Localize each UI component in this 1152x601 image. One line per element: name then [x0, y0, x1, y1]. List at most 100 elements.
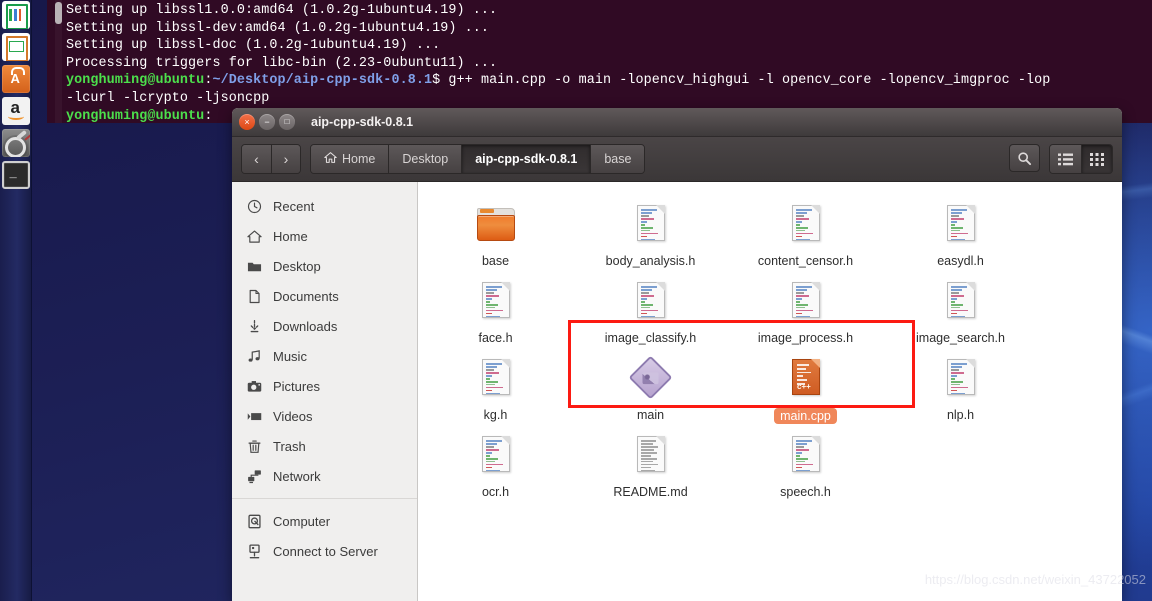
- forward-button[interactable]: ›: [271, 145, 300, 173]
- file-grid[interactable]: base body_analysis.h content_censor.h easyd…: [418, 182, 1122, 601]
- amazon-icon[interactable]: [1, 97, 30, 125]
- file-item[interactable]: body_analysis.h: [573, 200, 728, 277]
- file-item[interactable]: image_classify.h: [573, 277, 728, 354]
- terminal-line: Setting up libssl1.0.0:amd64 (1.0.2g-1ub…: [66, 2, 1152, 20]
- file-item[interactable]: face.h: [418, 277, 573, 354]
- terminal-window[interactable]: Setting up libssl1.0.0:amd64 (1.0.2g-1ub…: [47, 0, 1152, 123]
- window-titlebar[interactable]: × − □ aip-cpp-sdk-0.8.1: [232, 108, 1122, 137]
- sidebar-item-music[interactable]: Music: [232, 341, 417, 371]
- file-item[interactable]: speech.h: [728, 431, 883, 508]
- maximize-window-button[interactable]: □: [279, 114, 295, 130]
- sidebar-item-desktop[interactable]: Desktop: [232, 251, 417, 281]
- file-icon: [938, 281, 983, 328]
- window-toolbar[interactable]: ‹ › Home Desktop aip-cpp-sdk-0.8.1 base: [232, 137, 1122, 182]
- sidebar-item-documents[interactable]: Documents: [232, 281, 417, 311]
- file-item[interactable]: image_search.h: [883, 277, 1038, 354]
- sidebar-item-network[interactable]: Network: [232, 461, 417, 491]
- sidebar-item-videos[interactable]: Videos: [232, 401, 417, 431]
- file-manager-window[interactable]: × − □ aip-cpp-sdk-0.8.1 ‹ › Home Desktop a…: [232, 108, 1122, 601]
- source-document-icon: [792, 436, 820, 472]
- terminal-text-span: Processing triggers for libc-bin (2.23-0…: [66, 55, 498, 71]
- grid-glyph: [1090, 152, 1104, 166]
- file-label: image_process.h: [757, 331, 854, 345]
- source-document-icon: [482, 436, 510, 472]
- file-item[interactable]: ocr.h: [418, 431, 573, 508]
- file-icon: [783, 281, 828, 328]
- breadcrumb-label: base: [604, 152, 632, 166]
- file-item[interactable]: kg.h: [418, 354, 573, 431]
- places-sidebar[interactable]: Recent Home Desktop Documents Downloads Music…: [232, 182, 418, 601]
- maximize-icon: □: [284, 117, 290, 126]
- file-item[interactable]: nlp.h: [883, 354, 1038, 431]
- file-item[interactable]: c++ main.cpp: [728, 354, 883, 431]
- file-item[interactable]: main: [573, 354, 728, 431]
- search-icon[interactable]: [1009, 144, 1040, 172]
- close-icon: ×: [244, 116, 250, 127]
- sidebar-item-connect-to-server[interactable]: Connect to Server: [232, 536, 417, 566]
- sidebar-item-recent[interactable]: Recent: [232, 191, 417, 221]
- sidebar-item-label: Pictures: [273, 378, 320, 394]
- breadcrumb-item-aip-cpp-sdk-0-8-1[interactable]: aip-cpp-sdk-0.8.1: [461, 145, 591, 173]
- trash-icon: [246, 438, 262, 454]
- terminal-line: yonghuming@ubuntu:~/Desktop/aip-cpp-sdk-…: [66, 72, 1152, 90]
- toolbar-right-group[interactable]: [1009, 144, 1113, 174]
- source-document-icon: [947, 282, 975, 318]
- terminal-text-span: yonghuming@ubuntu: [66, 73, 205, 89]
- sidebar-item-label: Videos: [273, 408, 313, 424]
- terminal-icon[interactable]: [1, 161, 30, 189]
- source-document-icon: [947, 205, 975, 241]
- sidebar-item-downloads[interactable]: Downloads: [232, 311, 417, 341]
- list-view-icon[interactable]: [1050, 145, 1081, 173]
- file-label: body_analysis.h: [605, 254, 696, 268]
- libreoffice-calc-icon[interactable]: [1, 1, 30, 29]
- window-title: aip-cpp-sdk-0.8.1: [311, 115, 414, 129]
- sidebar-item-label: Computer: [273, 513, 331, 529]
- folder-icon: [477, 208, 515, 241]
- file-label: content_censor.h: [757, 254, 854, 268]
- sidebar-item-trash[interactable]: Trash: [232, 431, 417, 461]
- sidebar-item-label: Recent: [273, 198, 315, 214]
- folder-icon: [246, 258, 262, 274]
- file-icon: [473, 358, 518, 405]
- terminal-text-span: -lcurl -lcrypto -ljsoncpp: [66, 90, 270, 106]
- source-document-icon: [947, 359, 975, 395]
- ubuntu-software-center-icon[interactable]: [1, 65, 30, 93]
- sidebar-item-label: Music: [273, 348, 307, 364]
- executable-icon: [628, 355, 673, 400]
- sidebar-item-label: Connect to Server: [273, 543, 378, 559]
- terminal-line: -lcurl -lcrypto -ljsoncpp: [66, 90, 1152, 108]
- terminal-line: Setting up libssl-doc (1.0.2g-1ubuntu4.1…: [66, 37, 1152, 55]
- breadcrumb-item-home[interactable]: Home: [311, 145, 389, 173]
- file-item[interactable]: base: [418, 200, 573, 277]
- grid-view-icon[interactable]: [1081, 145, 1112, 173]
- file-icon: [783, 204, 828, 251]
- file-item[interactable]: image_process.h: [728, 277, 883, 354]
- terminal-scrollbar[interactable]: [55, 0, 62, 123]
- libreoffice-impress-icon[interactable]: [1, 33, 30, 61]
- file-item[interactable]: README.md: [573, 431, 728, 508]
- breadcrumb[interactable]: Home Desktop aip-cpp-sdk-0.8.1 base: [310, 144, 646, 174]
- list-glyph: [1058, 153, 1073, 165]
- sidebar-item-home[interactable]: Home: [232, 221, 417, 251]
- unity-launcher[interactable]: [0, 0, 32, 601]
- system-settings-icon[interactable]: [1, 129, 30, 157]
- sidebar-item-computer[interactable]: Computer: [232, 506, 417, 536]
- terminal-scrollbar-thumb[interactable]: [55, 2, 62, 24]
- sidebar-item-pictures[interactable]: Pictures: [232, 371, 417, 401]
- window-body: Recent Home Desktop Documents Downloads Music…: [232, 182, 1122, 601]
- file-item[interactable]: content_censor.h: [728, 200, 883, 277]
- file-label: base: [481, 254, 510, 268]
- file-label: nlp.h: [946, 408, 975, 422]
- back-button[interactable]: ‹: [242, 145, 271, 173]
- minimize-window-button[interactable]: −: [259, 114, 275, 130]
- server-icon: [246, 543, 262, 559]
- sidebar-item-label: Desktop: [273, 258, 321, 274]
- source-document-icon: [792, 282, 820, 318]
- breadcrumb-item-base[interactable]: base: [590, 145, 645, 173]
- navigation-buttons[interactable]: ‹ ›: [241, 144, 301, 174]
- breadcrumb-item-desktop[interactable]: Desktop: [388, 145, 462, 173]
- close-window-button[interactable]: ×: [239, 114, 255, 130]
- terminal-line: Setting up libssl-dev:amd64 (1.0.2g-1ubu…: [66, 20, 1152, 38]
- file-item[interactable]: easydl.h: [883, 200, 1038, 277]
- view-mode-group[interactable]: [1049, 144, 1113, 174]
